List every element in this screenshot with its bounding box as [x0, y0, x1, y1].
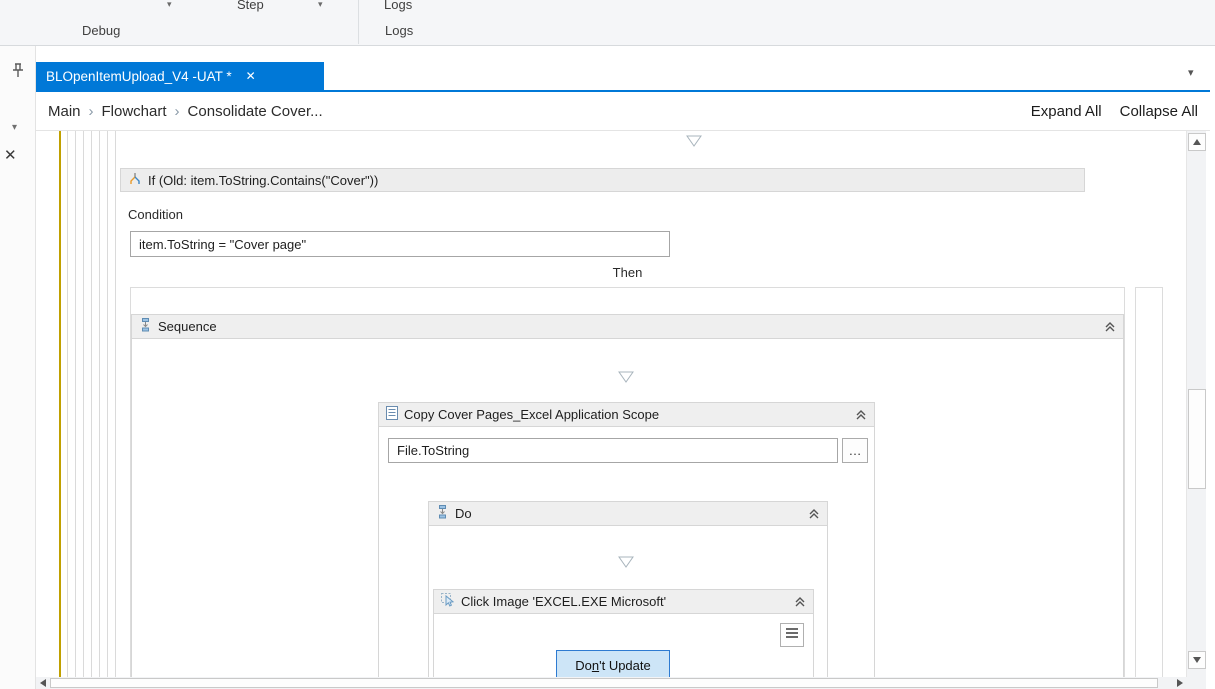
tab-list-dropdown-icon[interactable]: ▾	[1188, 66, 1194, 79]
if-activity-title: If (Old: item.ToString.Contains("Cover")…	[148, 172, 379, 188]
tab-close-icon[interactable]: ✕	[246, 69, 256, 83]
scroll-right-button[interactable]	[1173, 677, 1186, 689]
browse-button[interactable]: …	[842, 438, 868, 463]
vertical-scrollbar-thumb[interactable]	[1188, 389, 1206, 489]
pin-icon[interactable]	[10, 62, 26, 85]
workbook-path-input[interactable]	[388, 438, 838, 463]
breadcrumb-item-current[interactable]: Consolidate Cover...	[188, 103, 323, 120]
panel-collapse-icon[interactable]: ▾	[12, 122, 17, 133]
collapse-chevron-icon[interactable]	[794, 596, 806, 608]
sequence-activity-title: Sequence	[158, 319, 217, 334]
sequence-activity-header[interactable]: Sequence	[132, 315, 1123, 339]
then-label: Then	[612, 265, 643, 280]
vertical-scrollbar	[1186, 131, 1206, 677]
condition-expression-input[interactable]	[130, 231, 670, 257]
click-image-activity-title: Click Image 'EXCEL.EXE Microsoft'	[461, 594, 667, 609]
button-label-part: Do	[575, 657, 592, 673]
breadcrumb-item-flowchart[interactable]: Flowchart	[102, 103, 167, 120]
click-image-icon	[441, 593, 455, 610]
sequence-icon	[139, 318, 152, 335]
target-image-dont-update-button[interactable]: Do n't Update	[556, 650, 670, 677]
ribbon: ▾ Step ▾ Logs Debug Logs	[0, 0, 1215, 46]
flow-arrow-icon	[686, 134, 702, 147]
scroll-down-button[interactable]	[1188, 651, 1206, 669]
ribbon-group-debug: Debug	[82, 23, 121, 38]
designer-canvas[interactable]: If (Old: item.ToString.Contains("Cover")…	[36, 131, 1186, 677]
scroll-up-button[interactable]	[1188, 133, 1206, 151]
left-dock-strip: ▾ ✕	[0, 46, 36, 689]
breadcrumb-separator-icon: ›	[174, 102, 180, 120]
step-button[interactable]: Step	[237, 0, 264, 12]
if-activity-header[interactable]: If (Old: item.ToString.Contains("Cover")…	[120, 168, 1085, 192]
breadcrumb-item-main[interactable]: Main	[48, 103, 81, 120]
collapse-all-button[interactable]: Collapse All	[1120, 103, 1198, 120]
excel-scope-activity-title: Copy Cover Pages_Excel Application Scope	[404, 407, 660, 422]
else-panel-partial[interactable]	[1135, 287, 1163, 677]
target-options-button[interactable]	[780, 623, 804, 647]
breadcrumb-separator-icon: ›	[88, 102, 94, 120]
excel-scope-icon	[386, 406, 398, 423]
horizontal-scrollbar	[36, 677, 1186, 689]
chevron-down-icon[interactable]: ▾	[167, 0, 172, 10]
click-image-activity-header[interactable]: Click Image 'EXCEL.EXE Microsoft'	[434, 590, 813, 614]
do-activity-title: Do	[455, 506, 472, 521]
collapse-chevron-icon[interactable]	[808, 508, 820, 520]
condition-label: Condition	[128, 207, 183, 222]
breadcrumb: Main › Flowchart › Consolidate Cover... …	[36, 92, 1210, 131]
expand-all-button[interactable]: Expand All	[1031, 103, 1102, 120]
scroll-left-button[interactable]	[36, 677, 49, 689]
workflow-tab-title: BLOpenItemUpload_V4 -UAT *	[46, 68, 232, 84]
panel-close-icon[interactable]: ✕	[4, 146, 17, 164]
collapse-chevron-icon[interactable]	[855, 409, 867, 421]
excel-scope-activity-header[interactable]: Copy Cover Pages_Excel Application Scope	[379, 403, 874, 427]
scrollbar-corner	[1186, 677, 1206, 689]
ribbon-group-logs: Logs	[385, 23, 414, 38]
workflow-tab[interactable]: BLOpenItemUpload_V4 -UAT * ✕	[36, 62, 324, 90]
flow-arrow-icon	[618, 555, 634, 568]
hamburger-icon	[785, 626, 799, 644]
do-icon	[436, 505, 449, 522]
collapse-chevron-icon[interactable]	[1104, 321, 1116, 333]
flow-arrow-icon	[618, 370, 634, 383]
chevron-down-icon[interactable]: ▾	[318, 0, 323, 10]
button-label-part: 't Update	[599, 657, 651, 673]
if-icon	[128, 172, 142, 189]
do-activity-header[interactable]: Do	[429, 502, 827, 526]
ribbon-separator	[358, 0, 359, 44]
button-label-mnemonic: n	[591, 657, 600, 673]
logs-button[interactable]: Logs	[384, 0, 412, 12]
horizontal-scrollbar-thumb[interactable]	[50, 678, 1158, 688]
